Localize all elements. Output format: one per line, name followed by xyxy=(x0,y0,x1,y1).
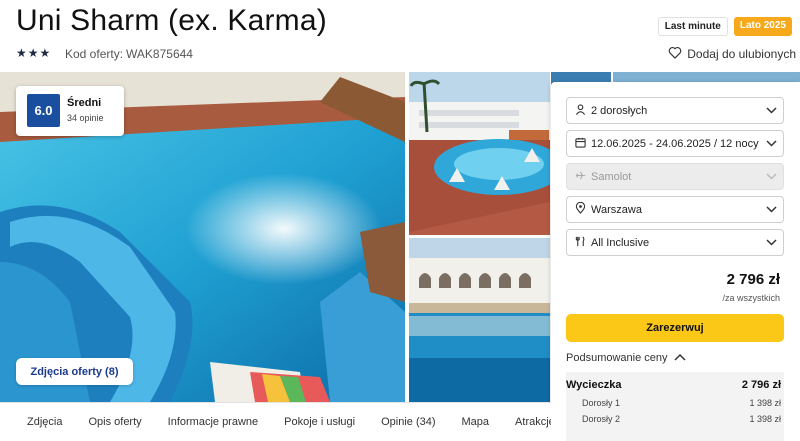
summary-trip-label: Wycieczka xyxy=(566,379,622,391)
transport-value: Samolot xyxy=(591,170,632,183)
badge-last-minute: Last minute xyxy=(657,17,728,36)
badge-summer-2025: Lato 2025 xyxy=(733,17,792,36)
summary-item-row: Dorosły 2 1 398 zł xyxy=(566,414,784,424)
summary-item-row: Dorosły 1 1 398 zł xyxy=(566,398,784,408)
star-rating: ★★★ xyxy=(16,46,52,60)
offer-code-value: WAK875644 xyxy=(126,47,193,61)
offer-badges: Last minute Lato 2025 xyxy=(657,17,792,36)
board-select[interactable]: All Inclusive xyxy=(566,229,784,256)
location-pin-icon xyxy=(569,201,591,217)
departure-select[interactable]: Warszawa xyxy=(566,196,784,223)
page-title: Uni Sharm (ex. Karma) xyxy=(16,4,327,37)
tab-reviews[interactable]: Opinie (34) xyxy=(368,416,448,428)
summary-item-price: 1 398 zł xyxy=(749,398,781,408)
summary-trip-row: Wycieczka 2 796 zł xyxy=(566,379,784,391)
transport-select: Samolot xyxy=(566,163,784,190)
tab-description[interactable]: Opis oferty xyxy=(75,416,154,428)
add-to-favorites-label: Dodaj do ulubionych xyxy=(687,47,796,61)
dates-value: 12.06.2025 - 24.06.2025 / 12 nocy xyxy=(591,137,759,150)
summary-item-label: Dorosły 1 xyxy=(582,398,621,408)
board-value: All Inclusive xyxy=(591,236,650,249)
reserve-button[interactable]: Zarezerwuj xyxy=(566,314,784,342)
price-note: /za wszystkich xyxy=(722,293,780,303)
hotel-photo-pool[interactable] xyxy=(409,72,550,235)
chevron-down-icon xyxy=(759,105,783,117)
rating-count: 34 opinie xyxy=(67,113,104,123)
rating-card[interactable]: 6.0 Średni 34 opinie xyxy=(16,86,124,136)
chevron-down-icon xyxy=(759,204,783,216)
price-summary-label: Podsumowanie ceny xyxy=(566,352,668,364)
total-price: 2 796 zł xyxy=(726,271,780,288)
tab-attractions[interactable]: Atrakcje xyxy=(502,416,551,428)
cutlery-icon xyxy=(569,236,591,250)
rating-score: 6.0 xyxy=(27,94,60,127)
add-to-favorites-link[interactable]: Dodaj do ulubionych xyxy=(668,46,796,62)
summary-item-price: 1 398 zł xyxy=(749,414,781,424)
booking-panel: 2 dorosłych 12.06.2025 - 24.06.2025 / 12… xyxy=(551,82,800,441)
tab-legal-info[interactable]: Informacje prawne xyxy=(155,416,272,428)
plane-icon xyxy=(569,170,591,184)
tab-map[interactable]: Mapa xyxy=(449,416,503,428)
offer-tabs: Zdjęcia Opis oferty Informacje prawne Po… xyxy=(0,402,551,441)
offer-photos-button[interactable]: Zdjęcia oferty (8) xyxy=(16,358,133,385)
travelers-value: 2 dorosłych xyxy=(591,104,648,117)
offer-code-label: Kod oferty: xyxy=(65,47,124,61)
summary-trip-price: 2 796 zł xyxy=(741,379,781,391)
person-icon xyxy=(569,103,591,118)
chevron-down-icon xyxy=(759,171,783,183)
dates-select[interactable]: 12.06.2025 - 24.06.2025 / 12 nocy xyxy=(566,130,784,157)
calendar-icon xyxy=(569,137,591,151)
summary-item-label: Dorosły 2 xyxy=(582,414,621,424)
departure-value: Warszawa xyxy=(591,203,642,216)
chevron-up-icon xyxy=(673,352,686,364)
offer-code: Kod oferty: WAK875644 xyxy=(62,47,193,61)
price-summary-toggle[interactable]: Podsumowanie ceny xyxy=(566,352,686,364)
travelers-select[interactable]: 2 dorosłych xyxy=(566,97,784,124)
rating-label: Średni xyxy=(67,97,102,109)
price-summary: Wycieczka 2 796 zł Dorosły 1 1 398 zł Do… xyxy=(566,372,784,441)
chevron-down-icon xyxy=(759,237,783,249)
chevron-down-icon xyxy=(759,138,783,150)
tab-rooms-services[interactable]: Pokoje i usługi xyxy=(271,416,368,428)
hotel-photo-building[interactable] xyxy=(409,238,550,402)
tab-photos[interactable]: Zdjęcia xyxy=(0,416,75,428)
heart-icon xyxy=(668,46,682,62)
